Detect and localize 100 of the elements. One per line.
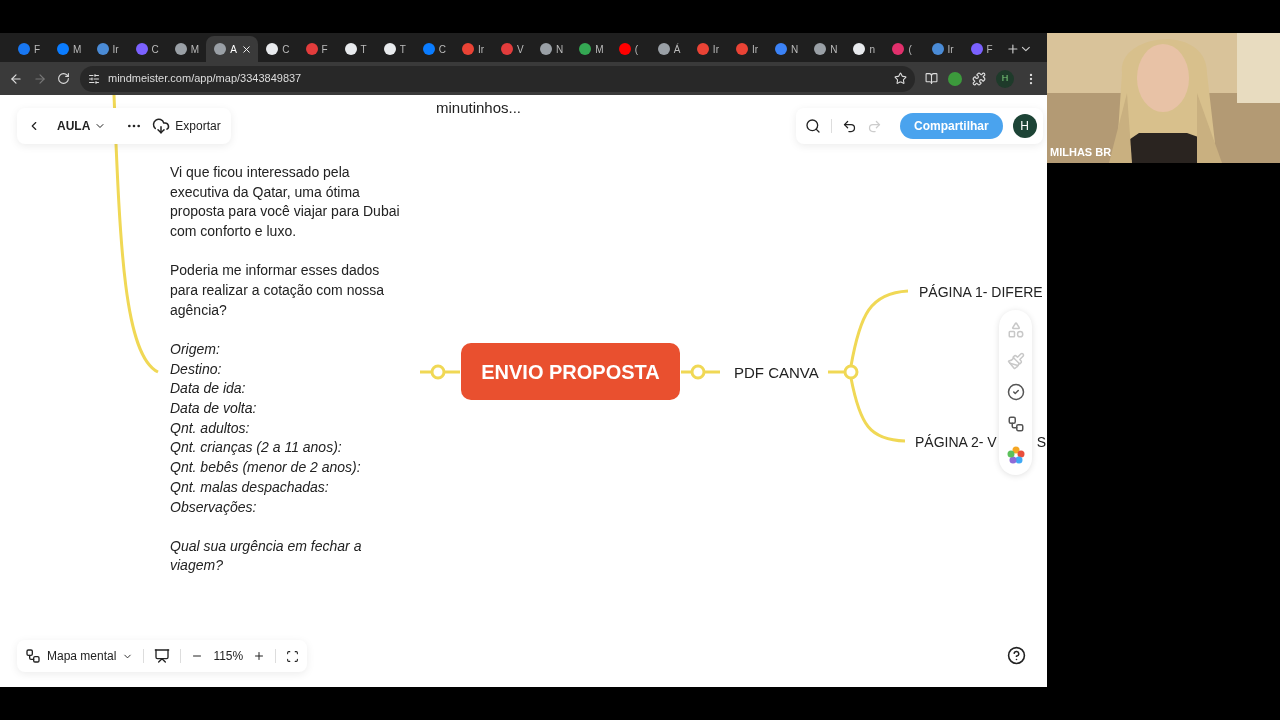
undo-icon[interactable] (842, 118, 857, 134)
note-text: Data de volta: (170, 399, 258, 419)
browser-tab[interactable]: Ir (688, 36, 728, 62)
tab-title: M (73, 42, 82, 57)
search-icon[interactable] (805, 118, 821, 134)
note-text: Qnt. bebês (menor de 2 anos): (170, 458, 362, 478)
topic-text[interactable]: S (1036, 432, 1047, 453)
tab-title: T (360, 42, 367, 57)
user-avatar[interactable]: H (1012, 114, 1037, 138)
browser-tab[interactable]: Á (649, 36, 689, 62)
tab-title: ( (908, 42, 912, 57)
bookmark-icon[interactable] (894, 72, 907, 85)
tab-title: F (986, 42, 993, 57)
browser-tab[interactable]: F (297, 36, 337, 62)
tab-title: M (595, 42, 604, 57)
tab-title: N (556, 42, 564, 57)
browser-tab[interactable]: M (166, 36, 207, 62)
map-name-dropdown[interactable]: AULA (51, 117, 113, 135)
view-dropdown[interactable]: Mapa mental (25, 647, 134, 665)
browser-tab[interactable]: ( (884, 36, 924, 62)
topic-text: minutinhos... (436, 98, 522, 118)
browser-tab[interactable]: V (493, 36, 533, 62)
note-text: Qnt. crianças (2 a 11 anos): (170, 438, 343, 458)
connector-node (681, 364, 720, 380)
browser-tab[interactable]: F (962, 36, 1002, 62)
browser-tab[interactable]: T (336, 36, 376, 62)
browser-tab[interactable]: M (571, 36, 611, 62)
browser-tab[interactable]: Ir (453, 36, 493, 62)
browser-tab[interactable]: Ir (923, 36, 963, 62)
browser-tab[interactable]: F (10, 36, 50, 62)
cloud-download-icon (152, 117, 171, 135)
reading-list-icon[interactable] (925, 72, 938, 85)
mindmap-icon[interactable] (1006, 414, 1025, 433)
browser-tab[interactable]: N (532, 36, 572, 62)
palette-icon[interactable] (1006, 446, 1025, 465)
tab-title: C (282, 42, 290, 57)
note-text: Poderia me informar esses dados para realizar a cotação com nossa agência? (170, 261, 385, 320)
url-text: mindmeister.com/app/map/3343849837 (108, 71, 302, 87)
browser-tab[interactable]: T (375, 36, 415, 62)
note-text: Qnt. adultos: (170, 418, 251, 438)
topic-text[interactable]: PÁGINA 1- DIFERE (919, 282, 1043, 303)
tab-title: N (790, 42, 799, 57)
mindmap-icon (25, 648, 41, 664)
note-text: Destino: (170, 359, 223, 379)
browser-tab[interactable]: M (49, 36, 89, 62)
new-tab-icon[interactable] (1005, 42, 1020, 56)
browser-tab[interactable]: ( (610, 36, 650, 62)
tab-title: V (517, 42, 524, 57)
central-topic[interactable]: ENVIO PROPOSTA (461, 343, 680, 400)
note-text: Qual sua urgência em fechar a viagem? (170, 536, 363, 576)
browser-tab[interactable]: N (766, 36, 807, 62)
tab-title: M (190, 42, 200, 57)
extension-icon[interactable] (948, 71, 962, 86)
check-icon[interactable] (1006, 383, 1025, 402)
note-text: Observações: (170, 497, 258, 517)
reload-icon[interactable] (57, 72, 70, 85)
browser-tab[interactable]: n (845, 36, 885, 62)
tab-title: C (438, 42, 446, 57)
note-text: Origem: (170, 339, 221, 359)
tab-title: A (230, 42, 237, 57)
browser-tab[interactable]: C (127, 36, 167, 62)
site-settings-icon[interactable] (88, 72, 100, 85)
topic-text[interactable]: PÁGINA 2- V (915, 432, 997, 453)
tab-title: n (869, 42, 875, 57)
tab-title: F (34, 42, 41, 57)
browser-tab[interactable]: Ir (88, 36, 128, 62)
help-icon[interactable] (1007, 646, 1026, 665)
note-text: Data de ida: (170, 379, 247, 399)
tab-title: T (399, 42, 406, 57)
fit-screen-icon[interactable] (286, 649, 300, 663)
tab-title: Ir (947, 42, 954, 57)
tab-title: F (321, 42, 328, 57)
back-icon[interactable] (9, 71, 23, 86)
tab-title: Ir (751, 42, 758, 57)
browser-tab[interactable]: N (806, 36, 846, 62)
note-text: Vi que ficou interessado pela executiva da Qatar, uma ótima proposta para você viajar para Dubai com conforto e luxo. (170, 163, 401, 242)
browser-tab[interactable]: Ir (727, 36, 767, 62)
connector-node (420, 364, 460, 380)
tab-title: Ir (112, 42, 119, 57)
browser-tab[interactable]: A (206, 36, 259, 62)
topic-text[interactable]: PDF CANVA (734, 362, 819, 385)
export-button[interactable]: Exportar (152, 117, 221, 135)
close-icon[interactable] (241, 43, 252, 55)
extensions-icon[interactable] (972, 71, 986, 86)
zoom-level: 115% (213, 648, 244, 665)
presentation-icon[interactable] (154, 648, 171, 664)
browser-tab[interactable]: C (258, 36, 298, 62)
note-text: Qnt. malas despachadas: (170, 477, 330, 497)
participant-name: MILHAS BR (1050, 144, 1112, 160)
tab-title: C (151, 42, 159, 57)
tab-title: Á (673, 42, 681, 57)
tab-title: Ir (712, 42, 719, 57)
browser-tab[interactable]: C (414, 36, 454, 62)
tab-title: Ir (477, 42, 485, 57)
profile-avatar[interactable]: H (996, 69, 1014, 88)
address-bar[interactable]: mindmeister.com/app/map/3343849837 (80, 65, 915, 92)
tab-title: ( (634, 42, 639, 57)
tab-title: N (830, 42, 838, 57)
zoom-in-icon[interactable] (253, 650, 266, 662)
forward-icon[interactable] (33, 71, 47, 86)
